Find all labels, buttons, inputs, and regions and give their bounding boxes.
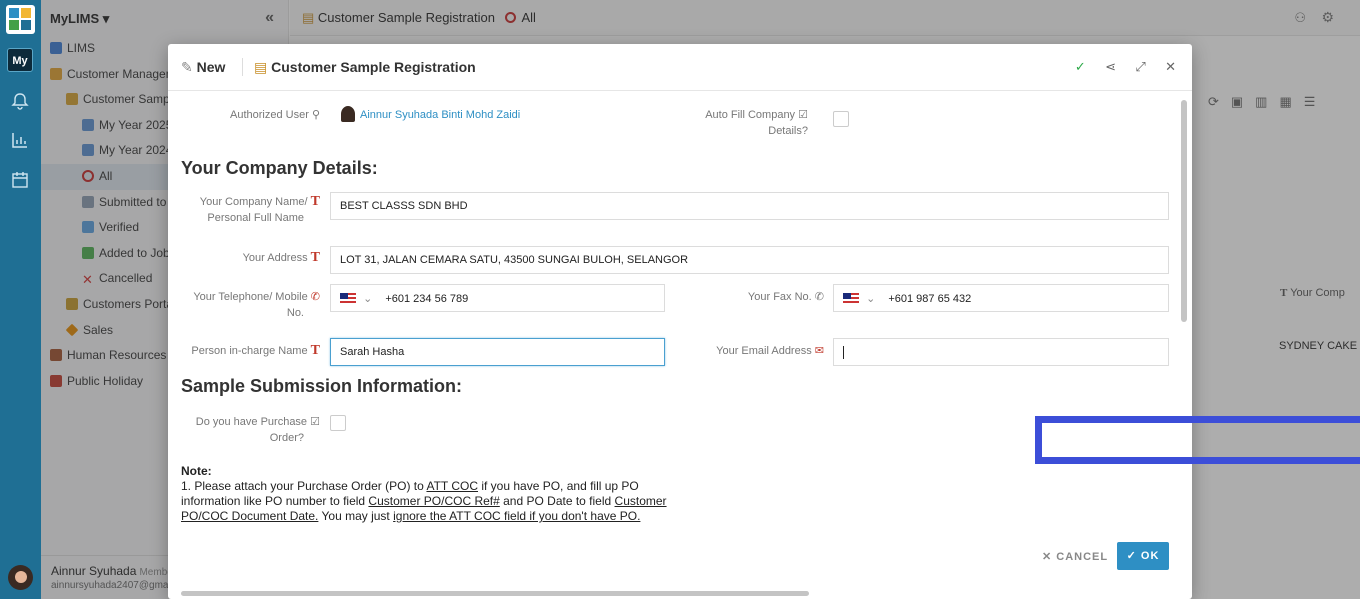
autofill-label: Auto Fill Company ☑ Details? (705, 109, 808, 137)
email-input[interactable] (833, 338, 1169, 366)
text-icon: T (310, 343, 320, 358)
expand-icon[interactable]: ⤢ (1135, 59, 1145, 75)
horizontal-scrollbar[interactable] (178, 590, 1178, 597)
vertical-scrollbar[interactable] (1180, 92, 1188, 587)
envelope-icon: ✉ (814, 345, 824, 357)
fax-input[interactable]: ⌄ +601 987 65 432 (833, 284, 1169, 312)
company-section-title: Your Company Details: (181, 158, 378, 178)
registration-dialog: ✎ New ▤ Customer Sample Registration ✓ ⋖… (168, 44, 1192, 599)
dialog-header: ✎ New ▤ Customer Sample Registration ✓ ⋖… (168, 44, 1192, 91)
bell-icon[interactable] (11, 92, 29, 110)
dialog-mode: ✎ New (181, 59, 226, 75)
app-logo[interactable] (6, 5, 35, 34)
text-cursor (843, 346, 844, 359)
ok-button[interactable]: ✓ OK (1117, 542, 1169, 570)
chevron-down-icon[interactable]: ⌄ (363, 293, 372, 305)
malaysia-flag-icon[interactable] (843, 293, 859, 303)
highlight-rectangle (1035, 416, 1360, 464)
email-label: Your Email Address ✉ (716, 345, 824, 357)
sample-section-title: Sample Submission Information: (181, 376, 463, 396)
calendar-icon[interactable] (11, 171, 29, 189)
chevron-down-icon[interactable]: ⌄ (866, 293, 875, 305)
purchase-order-label: Do you have Purchase ☑ Order? (195, 416, 320, 444)
malaysia-flag-icon[interactable] (340, 293, 356, 303)
purchase-order-checkbox[interactable] (330, 415, 346, 431)
user-avatar-small (341, 106, 355, 122)
checkbox-icon: ☑ (798, 109, 808, 121)
autofill-checkbox[interactable] (833, 111, 849, 127)
icon-rail: My (0, 0, 41, 599)
share-icon[interactable]: ⋖ (1105, 59, 1116, 75)
address-label: Your Address T (242, 250, 320, 265)
authorized-user-label: Authorized User ⚲ (230, 109, 320, 121)
chart-icon[interactable] (11, 131, 29, 149)
edit-icon: ✎ (181, 59, 193, 75)
telephone-label: Your Telephone/ Mobile ✆ No. (193, 291, 320, 319)
person-input[interactable]: Sarah Hasha (330, 338, 665, 366)
my-workspace-button[interactable]: My (7, 48, 33, 72)
company-name-label: Your Company Name/ T Personal Full Name (199, 194, 320, 224)
address-input[interactable]: LOT 31, JALAN CEMARA SATU, 43500 SUNGAI … (330, 246, 1169, 274)
text-icon: T (310, 194, 320, 209)
note-text: Note: 1. Please attach your Purchase Ord… (181, 464, 667, 523)
dialog-body: Authorized User ⚲ Ainnur Syuhada Binti M… (168, 92, 1178, 538)
text-icon: T (310, 250, 320, 265)
authorized-user-value[interactable]: Ainnur Syuhada Binti Mohd Zaidi (341, 106, 520, 122)
dialog-title: ▤ Customer Sample Registration (254, 59, 476, 75)
user-avatar[interactable] (8, 565, 33, 590)
telephone-input[interactable]: ⌄ +601 234 56 789 (330, 284, 665, 312)
company-name-input[interactable]: BEST CLASSS SDN BHD (330, 192, 1169, 220)
dialog-footer: ✕ CANCEL ✓ OK (168, 538, 1192, 599)
cancel-button[interactable]: ✕ CANCEL (1042, 550, 1108, 563)
fax-label: Your Fax No. ✆ (747, 291, 824, 303)
scroll-icon: ▤ (254, 59, 268, 75)
phone-icon: ✆ (814, 291, 824, 303)
phone-icon: ✆ (310, 291, 320, 303)
check-circle-icon[interactable]: ✓ (1075, 59, 1086, 75)
att-coc-link: ATT COC (426, 479, 479, 493)
close-icon[interactable]: ✕ (1165, 59, 1176, 75)
person-label: Person in-charge Name T (191, 343, 320, 358)
user-icon: ⚲ (311, 109, 320, 121)
checkbox-icon: ☑ (310, 416, 320, 428)
